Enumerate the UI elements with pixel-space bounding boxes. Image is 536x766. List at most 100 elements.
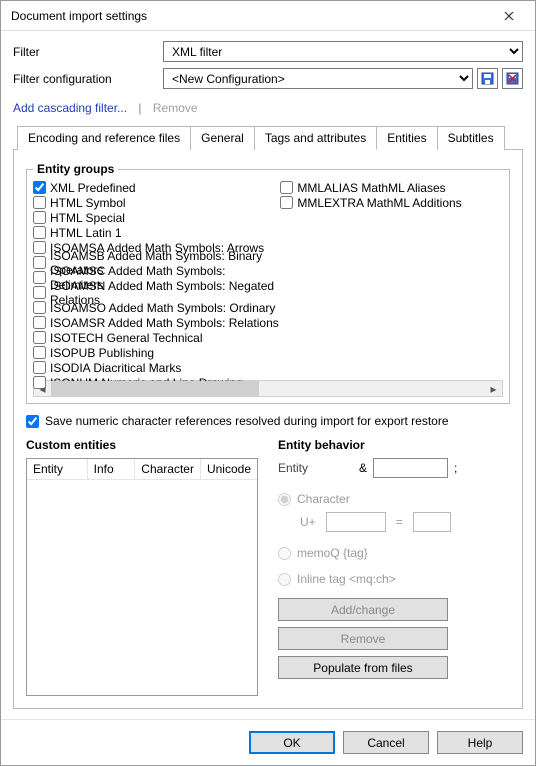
custom-entities-table[interactable]: Entity Info Character Unicode <box>26 458 258 696</box>
link-separator: | <box>138 101 141 115</box>
entity-group-checkbox[interactable] <box>33 361 46 374</box>
entity-group-item[interactable]: MMLEXTRA MathML Additions <box>280 195 503 210</box>
ampersand-label: & <box>359 461 367 475</box>
entity-group-item[interactable]: ISOPUB Publishing <box>33 345 280 360</box>
radio-memoq-row[interactable]: memoQ {tag} <box>278 546 510 560</box>
save-numeric-checkbox-row[interactable]: Save numeric character references resolv… <box>26 414 510 428</box>
entity-group-label: ISODIA Diacritical Marks <box>50 361 181 375</box>
entity-behavior-section: Entity behavior Entity & ; Character U+ <box>278 438 510 696</box>
entity-groups-col-left: XML PredefinedHTML SymbolHTML SpecialHTM… <box>33 180 280 378</box>
col-entity[interactable]: Entity <box>27 459 88 480</box>
filter-config-label: Filter configuration <box>13 72 163 86</box>
scroll-track[interactable] <box>51 381 485 396</box>
semicolon-label: ; <box>454 461 457 475</box>
entity-group-label: HTML Special <box>50 211 125 225</box>
populate-button[interactable]: Populate from files <box>278 656 448 679</box>
radio-character[interactable] <box>278 493 291 506</box>
entity-group-checkbox[interactable] <box>33 196 46 209</box>
window-title: Document import settings <box>11 9 489 23</box>
col-unicode[interactable]: Unicode <box>201 459 257 480</box>
entity-group-item[interactable]: HTML Symbol <box>33 195 280 210</box>
entity-group-item[interactable]: ISOAMSN Added Math Symbols: Negated Rela… <box>33 285 280 300</box>
entity-group-checkbox[interactable] <box>33 346 46 359</box>
dialog-window: Document import settings Filter XML filt… <box>0 0 536 766</box>
link-row: Add cascading filter... | Remove <box>13 101 523 115</box>
help-button[interactable]: Help <box>437 731 523 754</box>
entity-group-checkbox[interactable] <box>33 316 46 329</box>
save-config-button[interactable] <box>477 68 498 89</box>
u-prefix: U+ <box>300 515 316 529</box>
add-cascading-link[interactable]: Add cascading filter... <box>13 101 127 115</box>
entity-group-checkbox[interactable] <box>33 211 46 224</box>
radio-inline[interactable] <box>278 573 291 586</box>
entity-group-checkbox[interactable] <box>280 196 293 209</box>
close-button[interactable] <box>489 2 529 30</box>
remove-entity-button[interactable]: Remove <box>278 627 448 650</box>
entity-group-checkbox[interactable] <box>33 241 46 254</box>
character-sub-row: U+ = <box>300 512 510 532</box>
radio-memoq-label: memoQ {tag} <box>297 546 368 560</box>
delete-icon <box>506 72 519 85</box>
entity-group-checkbox[interactable] <box>280 181 293 194</box>
tab-general[interactable]: General <box>190 126 255 150</box>
save-numeric-checkbox[interactable] <box>26 415 39 428</box>
equals-label: = <box>396 515 403 529</box>
delete-config-button[interactable] <box>502 68 523 89</box>
entity-groups-legend: Entity groups <box>33 162 118 176</box>
custom-entities-section: Custom entities Entity Info Character Un… <box>26 438 258 696</box>
radio-inline-label: Inline tag <mq:ch> <box>297 572 396 586</box>
entity-group-label: ISOAMSR Added Math Symbols: Relations <box>50 316 279 330</box>
entity-group-label: HTML Symbol <box>50 196 126 210</box>
entity-name-input[interactable] <box>373 458 448 478</box>
entity-group-label: MMLALIAS MathML Aliases <box>297 181 445 195</box>
close-icon <box>504 11 514 21</box>
entity-group-label: MMLEXTRA MathML Additions <box>297 196 461 210</box>
entity-group-item[interactable]: ISOAMSO Added Math Symbols: Ordinary <box>33 300 280 315</box>
entity-group-item[interactable]: HTML Special <box>33 210 280 225</box>
filter-select[interactable]: XML filter <box>163 41 523 62</box>
entity-group-item[interactable]: XML Predefined <box>33 180 280 195</box>
add-change-button[interactable]: Add/change <box>278 598 448 621</box>
tab-entities[interactable]: Entities <box>376 126 437 150</box>
col-character[interactable]: Character <box>135 459 201 480</box>
tab-subtitles[interactable]: Subtitles <box>437 126 505 150</box>
entity-group-label: ISOTECH General Technical <box>50 331 203 345</box>
radio-character-row[interactable]: Character <box>278 492 510 506</box>
cancel-button[interactable]: Cancel <box>343 731 429 754</box>
titlebar: Document import settings <box>1 1 535 31</box>
scroll-right-icon[interactable]: ▸ <box>485 382 502 396</box>
tab-page-entities: Entity groups XML PredefinedHTML SymbolH… <box>13 150 523 709</box>
entity-behavior-title: Entity behavior <box>278 438 510 452</box>
entity-group-item[interactable]: ISOAMSR Added Math Symbols: Relations <box>33 315 280 330</box>
unicode-input[interactable] <box>326 512 386 532</box>
entity-group-item[interactable]: ISOTECH General Technical <box>33 330 280 345</box>
entity-group-item[interactable]: MMLALIAS MathML Aliases <box>280 180 503 195</box>
tab-tags-attributes[interactable]: Tags and attributes <box>254 126 377 150</box>
entity-group-item[interactable]: ISODIA Diacritical Marks <box>33 360 280 375</box>
radio-character-label: Character <box>297 492 350 506</box>
ok-button[interactable]: OK <box>249 731 335 754</box>
tabs: Encoding and reference files General Tag… <box>13 125 523 150</box>
entity-group-item[interactable]: HTML Latin 1 <box>33 225 280 240</box>
entity-groups-fieldset: Entity groups XML PredefinedHTML SymbolH… <box>26 162 510 404</box>
radio-inline-row[interactable]: Inline tag <mq:ch> <box>278 572 510 586</box>
entity-group-label: XML Predefined <box>50 181 136 195</box>
entity-group-checkbox[interactable] <box>33 256 46 269</box>
entity-group-checkbox[interactable] <box>33 301 46 314</box>
tab-encoding[interactable]: Encoding and reference files <box>17 126 191 150</box>
col-info[interactable]: Info <box>88 459 136 480</box>
entity-group-checkbox[interactable] <box>33 226 46 239</box>
entity-group-checkbox[interactable] <box>33 286 46 299</box>
entity-group-checkbox[interactable] <box>33 331 46 344</box>
dialog-footer: OK Cancel Help <box>1 719 535 765</box>
scroll-left-icon[interactable]: ◂ <box>34 382 51 396</box>
entity-groups-hscrollbar[interactable]: ◂ ▸ <box>33 380 503 397</box>
scroll-thumb[interactable] <box>51 381 259 396</box>
entity-group-checkbox[interactable] <box>33 271 46 284</box>
radio-memoq[interactable] <box>278 547 291 560</box>
filter-config-select[interactable]: <New Configuration> <box>163 68 473 89</box>
char-preview-input[interactable] <box>413 512 451 532</box>
entity-group-label: ISOAMSO Added Math Symbols: Ordinary <box>50 301 275 315</box>
entity-group-checkbox[interactable] <box>33 181 46 194</box>
remove-link: Remove <box>153 101 198 115</box>
